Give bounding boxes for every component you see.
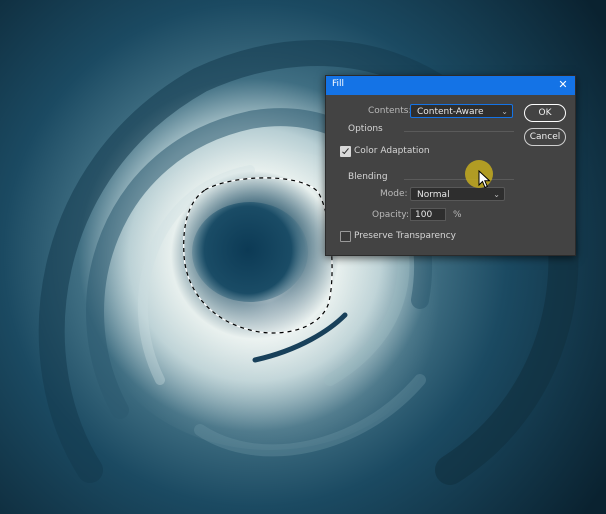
- options-divider: [404, 131, 514, 132]
- arrow-pointer-icon: [478, 170, 491, 189]
- fill-dialog: Fill ✕ Contents: Content-Aware ⌄ OK Canc…: [325, 75, 576, 256]
- blending-group-label: Blending: [348, 172, 388, 182]
- mode-value: Normal: [417, 190, 450, 200]
- opacity-input[interactable]: 100: [410, 208, 446, 221]
- opacity-label: Opacity:: [372, 210, 409, 220]
- cancel-button[interactable]: Cancel: [524, 128, 566, 146]
- chevron-down-icon: ⌄: [493, 190, 500, 199]
- contents-value: Content-Aware: [417, 107, 484, 117]
- chevron-down-icon: ⌄: [501, 107, 508, 116]
- contents-label: Contents:: [368, 106, 412, 116]
- mode-label: Mode:: [380, 189, 408, 199]
- close-icon[interactable]: ✕: [557, 78, 569, 92]
- color-adaptation-checkbox[interactable]: [340, 146, 351, 157]
- color-adaptation-label: Color Adaptation: [354, 146, 430, 156]
- opacity-unit: %: [453, 210, 462, 220]
- dialog-title: Fill: [332, 79, 345, 89]
- preserve-transparency-checkbox[interactable]: [340, 231, 351, 242]
- ok-button[interactable]: OK: [524, 104, 566, 122]
- preserve-transparency-label: Preserve Transparency: [354, 231, 456, 241]
- dialog-titlebar[interactable]: Fill ✕: [326, 76, 575, 95]
- blending-divider: [404, 179, 514, 180]
- contents-select[interactable]: Content-Aware ⌄: [410, 104, 513, 118]
- options-group-label: Options: [348, 124, 383, 134]
